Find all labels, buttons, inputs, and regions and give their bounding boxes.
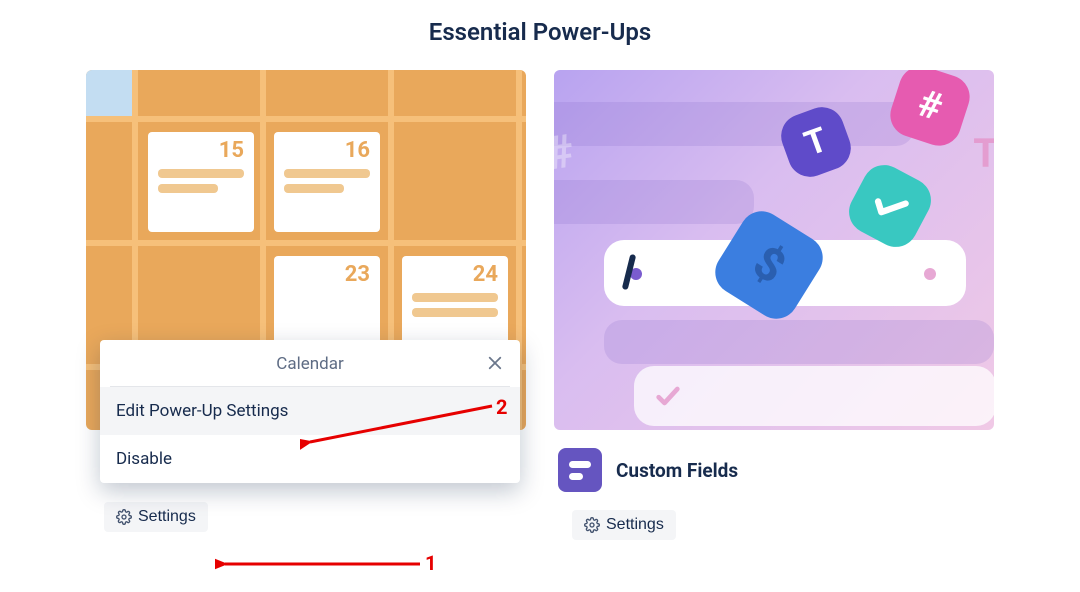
popover-item-edit-settings[interactable]: Edit Power-Up Settings — [100, 387, 520, 435]
card-custom-fields: # T $ # T Custom Fields Settings — [554, 70, 994, 540]
calendar-day-16: 16 — [284, 138, 370, 163]
calendar-day-24: 24 — [412, 262, 498, 287]
custom-fields-icon — [558, 448, 602, 492]
settings-button-label: Settings — [606, 516, 664, 534]
gear-icon — [116, 509, 132, 525]
popover-item-disable[interactable]: Disable — [100, 435, 520, 483]
gear-icon — [584, 517, 600, 533]
annotation-arrow-1: 1 — [215, 548, 445, 580]
settings-button-custom-fields[interactable]: Settings — [572, 510, 676, 540]
annotation-num-1: 1 — [425, 551, 436, 575]
calendar-popover: Calendar Edit Power-Up Settings Disable — [100, 340, 520, 483]
card-title-custom-fields: Custom Fields — [616, 459, 738, 482]
card-custom-fields-image: # T $ # T — [554, 70, 994, 430]
settings-button-calendar[interactable]: Settings — [104, 502, 208, 532]
calendar-day-15: 15 — [158, 138, 244, 163]
calendar-day-23: 23 — [284, 262, 370, 287]
card-footer-custom-fields: Custom Fields — [554, 430, 994, 510]
popover-title: Calendar — [276, 354, 343, 374]
check-icon — [654, 382, 682, 410]
settings-button-label: Settings — [138, 508, 196, 526]
close-icon[interactable] — [482, 350, 508, 376]
page-title: Essential Power-Ups — [0, 18, 1080, 46]
popover-header: Calendar — [110, 340, 510, 387]
